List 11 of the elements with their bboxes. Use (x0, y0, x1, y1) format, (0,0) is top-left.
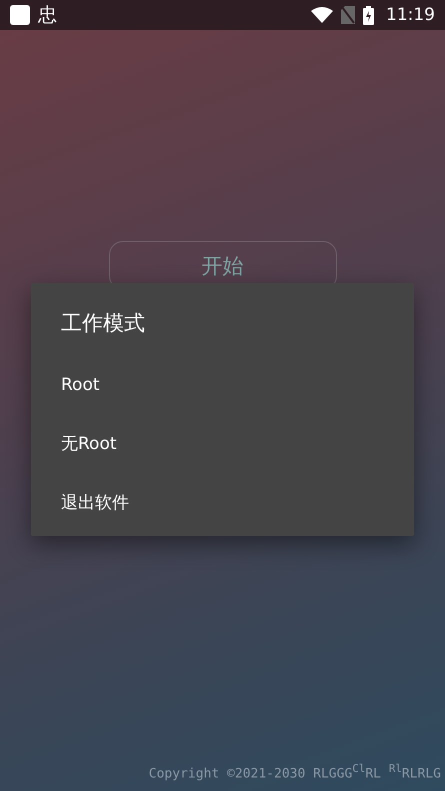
menu-item[interactable]: 无Root (31, 414, 147, 473)
copyright-text: Copyright ©2021-2030 RLGGG$^{Cl}$RL $^{Rl}$RLRLG (148, 762, 442, 783)
battery-charging-icon (363, 6, 374, 24)
wifi-icon (311, 7, 333, 23)
notification-glyph: 忠 (38, 3, 57, 28)
no-sim-icon (341, 6, 355, 24)
notification-icon (10, 5, 30, 25)
clock: 11:19 (386, 5, 435, 25)
menu-item[interactable]: Root (31, 355, 130, 414)
menu-item[interactable]: 退出软件 (31, 473, 159, 532)
dialog-title: 工作模式 (60, 310, 146, 337)
